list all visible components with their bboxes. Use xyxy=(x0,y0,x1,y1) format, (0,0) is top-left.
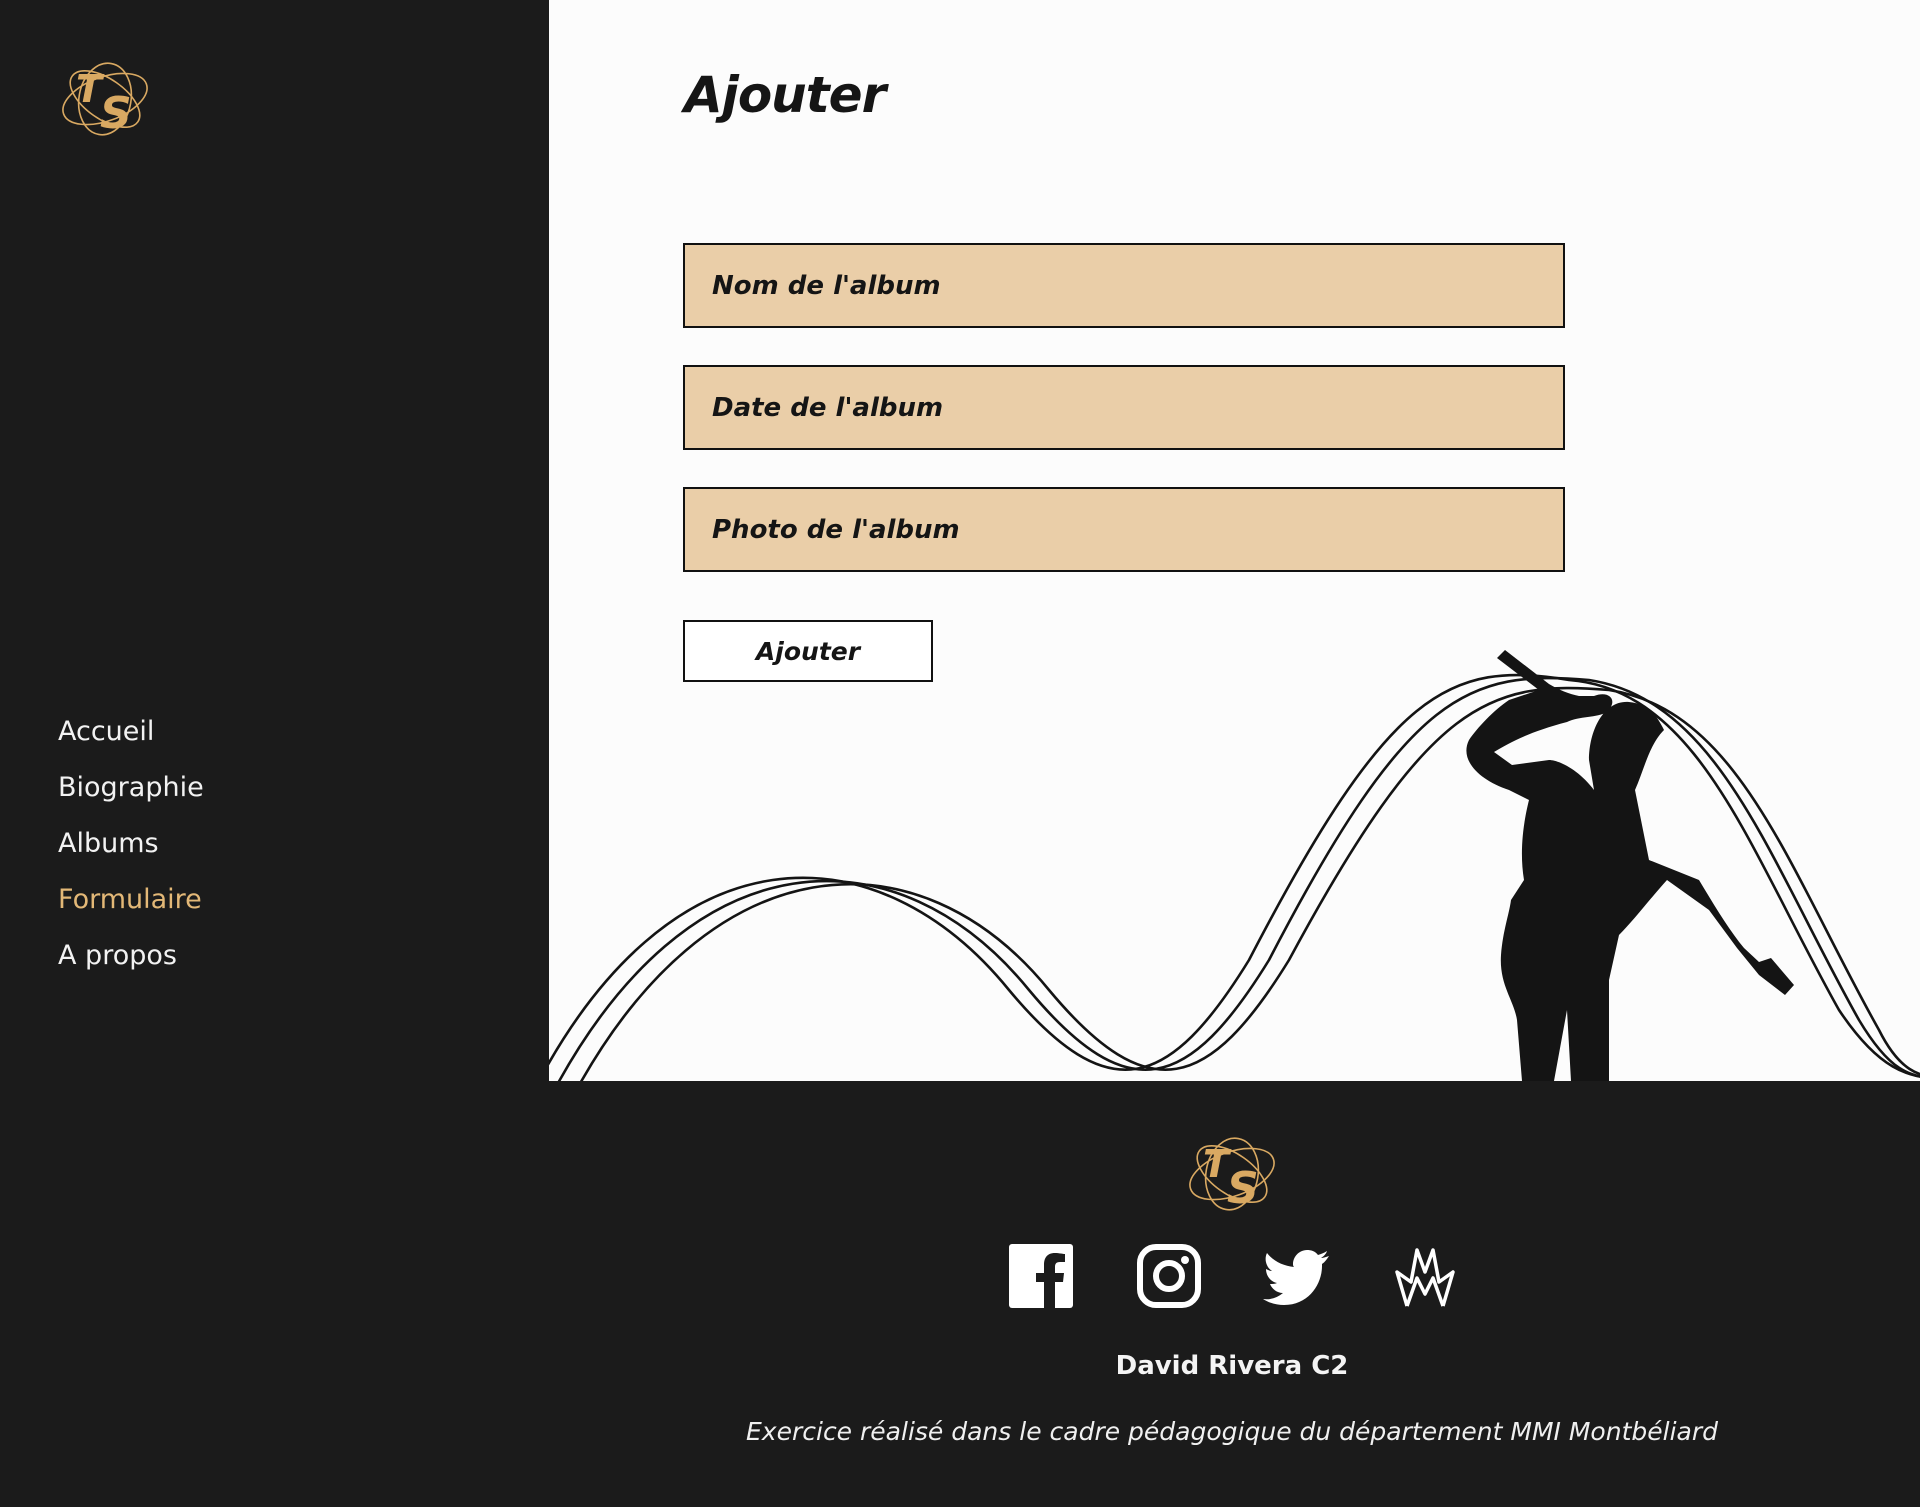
footer-credits: Exercice réalisé dans le cadre pédagogiq… xyxy=(746,1417,1718,1446)
album-name-input[interactable] xyxy=(712,270,1563,301)
sidebar-item-albums[interactable]: Albums xyxy=(58,824,204,880)
ts-logo[interactable] xyxy=(1185,1133,1279,1213)
sidebar-item-accueil[interactable]: Accueil xyxy=(58,712,204,768)
sidebar-item-biographie[interactable]: Biographie xyxy=(58,768,204,824)
sidebar-item-formulaire[interactable]: Formulaire xyxy=(58,880,204,936)
main-content: Ajouter Ajouter xyxy=(549,0,1920,1081)
facebook-icon[interactable] xyxy=(1007,1242,1075,1310)
album-name-field[interactable] xyxy=(683,243,1565,328)
album-photo-field[interactable] xyxy=(683,487,1565,572)
sidebar: Accueil Biographie Albums Formulaire A p… xyxy=(0,0,549,1081)
social-links xyxy=(1007,1242,1459,1310)
ts-logo[interactable] xyxy=(58,58,152,138)
footer-author: David Rivera C2 xyxy=(1115,1351,1349,1381)
album-photo-input[interactable] xyxy=(712,514,1563,545)
album-date-input[interactable] xyxy=(712,392,1563,423)
album-date-field[interactable] xyxy=(683,365,1565,450)
footer: David Rivera C2 Exercice réalisé dans le… xyxy=(549,1081,1920,1507)
sidebar-nav: Accueil Biographie Albums Formulaire A p… xyxy=(58,712,204,992)
twitter-icon[interactable] xyxy=(1263,1242,1331,1310)
add-button[interactable]: Ajouter xyxy=(683,620,933,682)
sidebar-item-a-propos[interactable]: A propos xyxy=(58,936,204,992)
instagram-icon[interactable] xyxy=(1135,1242,1203,1310)
page-title: Ajouter xyxy=(684,66,886,124)
crown-logo-icon[interactable] xyxy=(1391,1242,1459,1310)
